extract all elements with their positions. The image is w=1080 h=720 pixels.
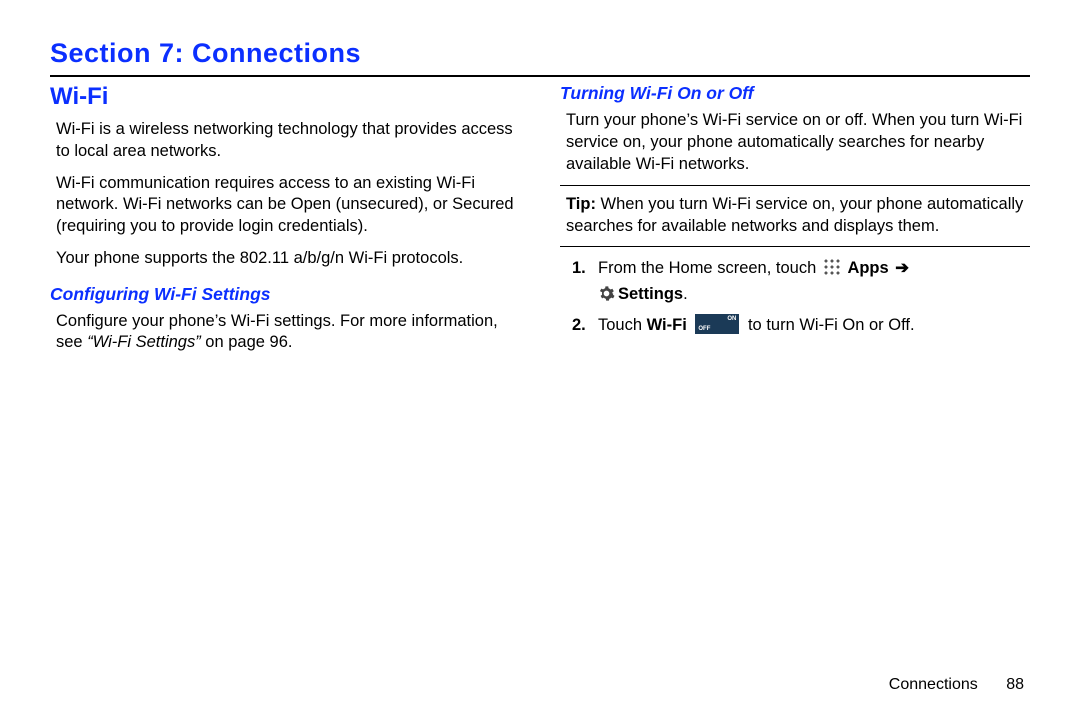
divider-thin-bottom <box>560 246 1030 247</box>
right-column: Turning Wi-Fi On or Off Turn your phone’… <box>560 83 1030 364</box>
left-column: Wi-Fi Wi-Fi is a wireless networking tec… <box>50 83 520 364</box>
turning-wifi-heading: Turning Wi-Fi On or Off <box>560 83 1030 104</box>
step-1-prefix: From the Home screen, touch <box>598 259 821 277</box>
footer-page-number: 88 <box>1006 676 1024 693</box>
wifi-heading: Wi-Fi <box>50 83 520 111</box>
footer-chapter: Connections <box>889 676 978 693</box>
tip-label: Tip: <box>566 195 596 213</box>
wifi-intro-1: Wi-Fi is a wireless networking technolog… <box>56 119 520 163</box>
step-2-suffix: to turn Wi-Fi On or Off. <box>743 316 914 334</box>
gear-icon <box>598 284 615 301</box>
xref-wifi-settings[interactable]: “Wi-Fi Settings” <box>87 333 201 351</box>
tip-block: Tip: When you turn Wi-Fi service on, you… <box>566 194 1024 238</box>
two-column-layout: Wi-Fi Wi-Fi is a wireless networking tec… <box>50 83 1030 364</box>
step-2-number: 2. <box>572 312 590 338</box>
step-1: 1. From the Home screen, touch Apps ➔ Se… <box>572 255 1030 308</box>
steps-list: 1. From the Home screen, touch Apps ➔ Se… <box>572 255 1030 338</box>
section-title: Section 7: Connections <box>50 38 1030 75</box>
configuring-text: Configure your phone’s Wi-Fi settings. F… <box>56 311 520 355</box>
turning-wifi-text: Turn your phone’s Wi-Fi service on or of… <box>566 110 1030 175</box>
divider-thick <box>50 75 1030 77</box>
step-1-period: . <box>683 285 688 303</box>
configuring-heading: Configuring Wi-Fi Settings <box>50 284 520 305</box>
arrow-icon: ➔ <box>895 259 909 277</box>
step-1-text: From the Home screen, touch Apps ➔ Setti… <box>598 255 1030 308</box>
tip-text: When you turn Wi-Fi service on, your pho… <box>566 195 1023 235</box>
step-2-prefix: Touch <box>598 316 647 334</box>
wifi-intro-3: Your phone supports the 802.11 a/b/g/n W… <box>56 248 520 270</box>
toggle-off-text: OFF <box>698 325 710 333</box>
wifi-intro-2: Wi-Fi communication requires access to a… <box>56 173 520 238</box>
settings-label: Settings <box>618 285 683 303</box>
apps-icon <box>823 258 841 276</box>
manual-page: Section 7: Connections Wi-Fi Wi-Fi is a … <box>0 0 1080 720</box>
divider-thin-top <box>560 185 1030 186</box>
step-1-number: 1. <box>572 255 590 281</box>
apps-label: Apps <box>847 259 888 277</box>
page-footer: Connections 88 <box>889 676 1024 694</box>
config-text-b: on page 96. <box>201 333 293 351</box>
step-2: 2. Touch Wi-Fi ON OFF to turn Wi-Fi On o… <box>572 312 1030 338</box>
step-2-text: Touch Wi-Fi ON OFF to turn Wi-Fi On or O… <box>598 312 1030 338</box>
wifi-label: Wi-Fi <box>647 316 687 334</box>
wifi-toggle-icon: ON OFF <box>695 314 739 334</box>
toggle-on-text: ON <box>727 315 736 323</box>
